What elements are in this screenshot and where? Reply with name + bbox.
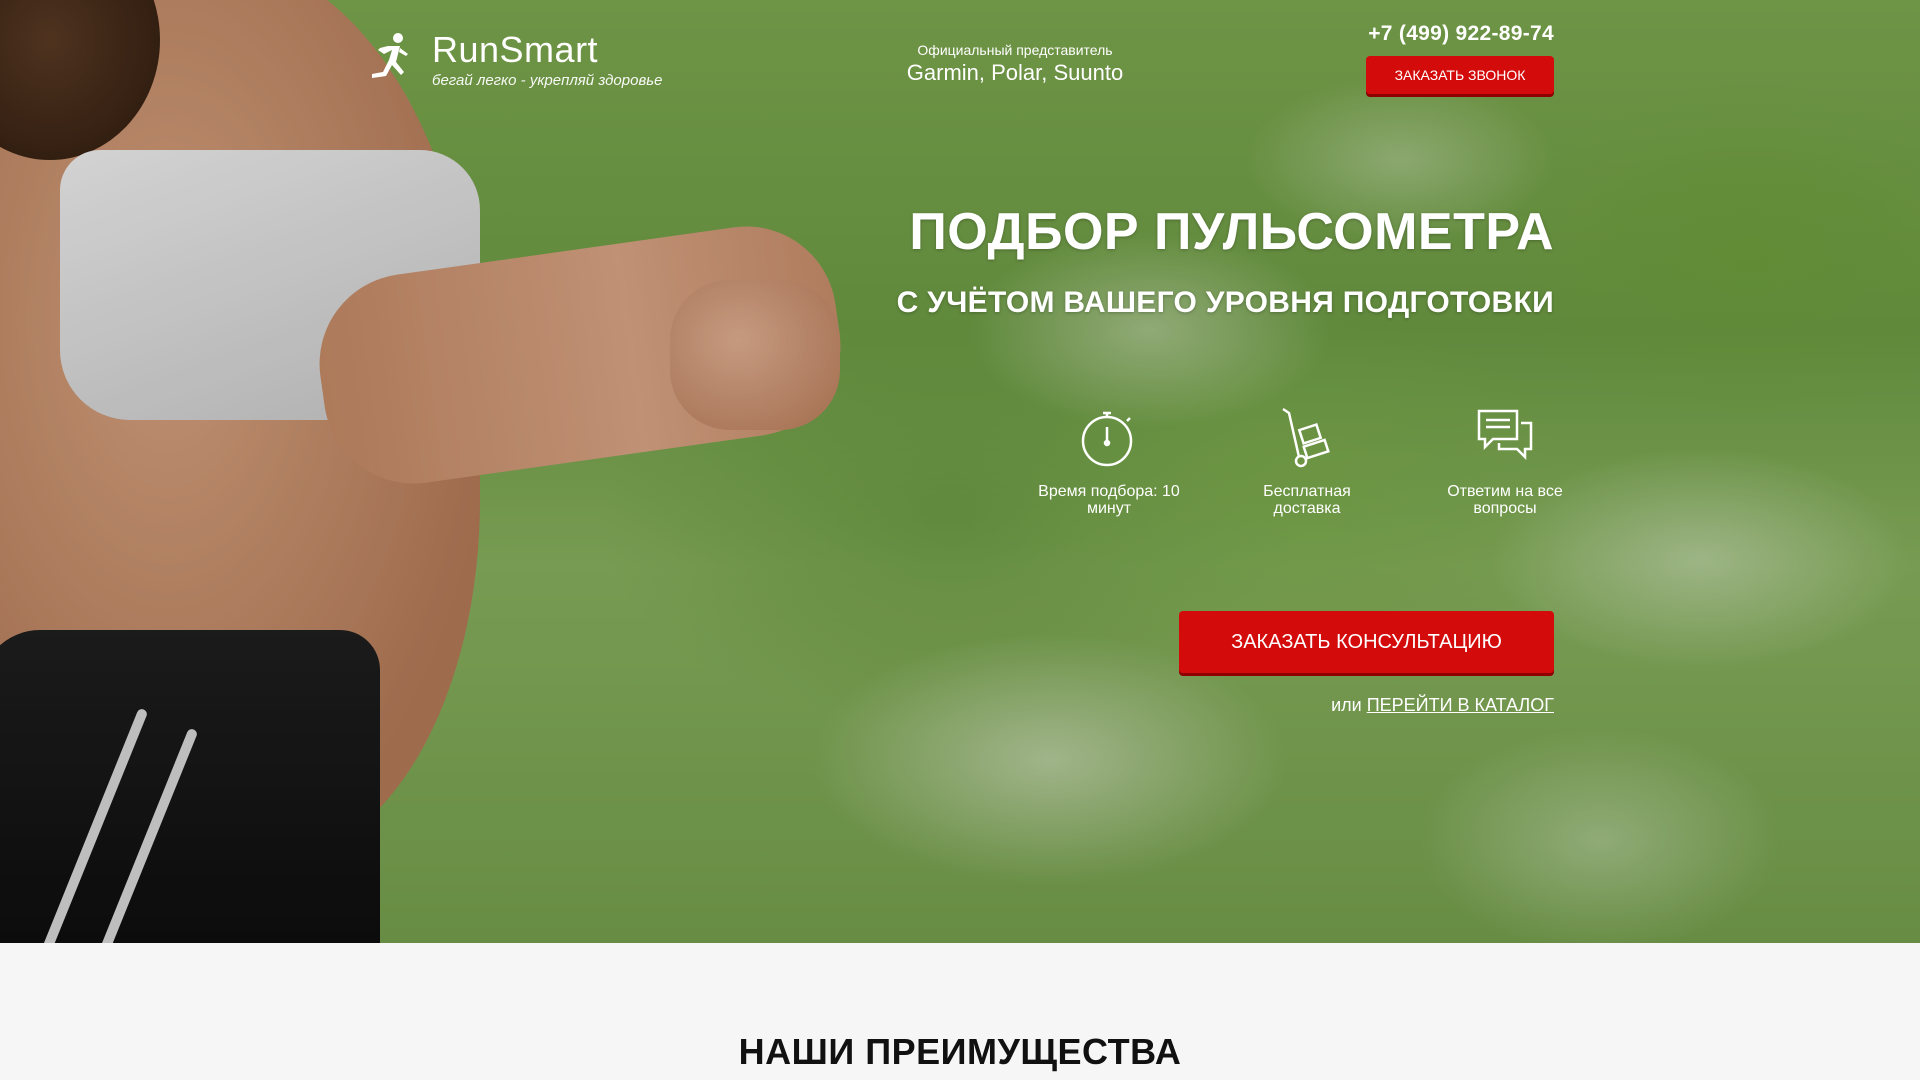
dealer-label: Официальный представитель	[917, 42, 1113, 58]
phone-number[interactable]: +7 (499) 922-89-74	[1366, 22, 1554, 46]
advantages-title: НАШИ ПРЕИМУЩЕСТВА	[738, 1031, 1182, 1072]
dealer-brands: Garmin, Polar, Suunto	[906, 60, 1124, 85]
consultation-button[interactable]: ЗАКАЗАТЬ КОНСУЛЬТАЦИЮ	[1179, 611, 1554, 673]
chat-icon	[1477, 409, 1533, 461]
feature-label: Ответим на все вопросы	[1447, 483, 1563, 517]
stopwatch-icon	[1081, 411, 1133, 467]
logo-name: RunSmart	[432, 29, 599, 70]
official-dealer: Официальный представитель Garmin, Polar,…	[890, 42, 1140, 86]
page-title: ПОДБОР ПУЛЬСОМЕТРА	[909, 203, 1554, 261]
logo[interactable]: RunSmart бегай легко - укрепляй здоровье	[366, 30, 663, 89]
feature-label: Время подбора: 10 минут	[1038, 483, 1180, 517]
runner-icon	[372, 32, 408, 78]
catalog-link[interactable]: ПЕРЕЙТИ В КАТАЛОГ	[1367, 695, 1554, 715]
feature-item: Бесплатная доставка	[1208, 405, 1406, 517]
catalog-line: или ПЕРЕЙТИ В КАТАЛОГ	[1331, 695, 1554, 716]
feature-item: Ответим на все вопросы	[1406, 405, 1604, 517]
features-list: Время подбора: 10 минут Бесплатная доста…	[1010, 405, 1604, 517]
feature-item: Время подбора: 10 минут	[1010, 405, 1208, 517]
call-request-button[interactable]: ЗАКАЗАТЬ ЗВОНОК	[1366, 56, 1554, 94]
contacts: +7 (499) 922-89-74 ЗАКАЗАТЬ ЗВОНОК	[1366, 22, 1554, 94]
feature-label: Бесплатная доставка	[1263, 483, 1351, 517]
catalog-prefix: или	[1331, 695, 1362, 715]
logo-slogan: бегай легко - укрепляй здоровье	[432, 72, 663, 89]
page-subtitle: С УЧЁТОМ ВАШЕГО УРОВНЯ ПОДГОТОВКИ	[896, 286, 1554, 319]
advantages-section: НАШИ ПРЕИМУЩЕСТВА	[0, 943, 1920, 1080]
hero-section: RunSmart бегай легко - укрепляй здоровье…	[0, 0, 1920, 943]
hand-truck-icon	[1282, 407, 1330, 468]
